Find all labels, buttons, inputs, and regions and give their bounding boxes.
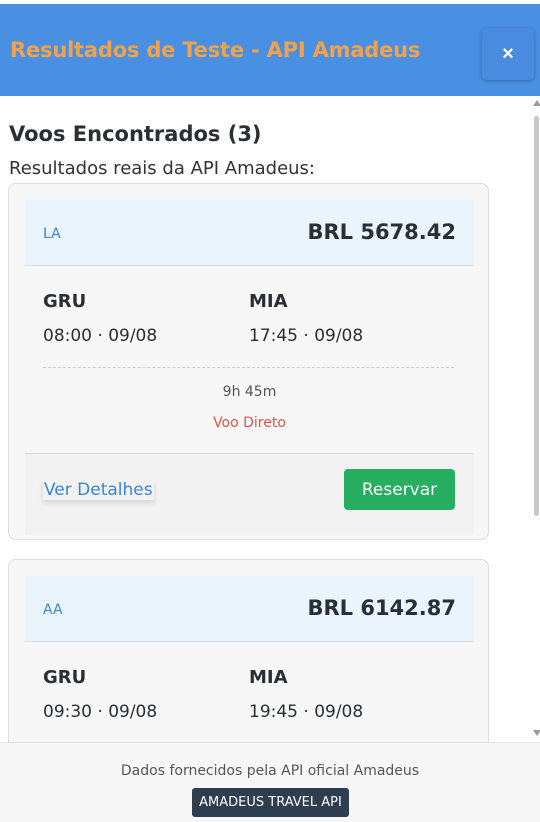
footer-note: Dados fornecidos pela API oficial Amadeu… (120, 763, 420, 779)
results-panel: Voos Encontrados (3) Resultados reais da… (0, 96, 540, 742)
flight-duration: 9h 45m (222, 384, 277, 400)
flight-card-footer: Ver Detalhes Reservar (25, 453, 474, 535)
reserve-button[interactable]: Reservar (344, 469, 455, 510)
view-details-link[interactable]: Ver Detalhes (43, 480, 154, 500)
scroll-thumb[interactable] (534, 116, 539, 516)
arrival-time: 19:45 · 09/08 (249, 702, 364, 722)
flight-card: AA BRL 6142.87 GRU 09:30 · 09/08 MIA 19:… (8, 559, 489, 742)
flight-price: BRL 5678.42 (307, 220, 456, 244)
close-button[interactable]: × (482, 28, 534, 80)
destination-airport: MIA (249, 291, 288, 312)
results-title: Voos Encontrados (3) (9, 122, 262, 146)
modal-header: Resultados de Teste - API Amadeus × (0, 4, 540, 96)
flight-card: LA BRL 5678.42 GRU 08:00 · 09/08 MIA 17:… (8, 183, 489, 540)
close-icon: × (502, 42, 514, 65)
stops-label: Voo Direto (213, 415, 286, 431)
airline-code: AA (43, 602, 63, 618)
results-subtitle: Resultados reais da API Amadeus: (9, 158, 315, 179)
api-badge: AMADEUS TRAVEL API (192, 788, 349, 817)
modal-footer: Dados fornecidos pela API oficial Amadeu… (0, 742, 540, 822)
flight-price: BRL 6142.87 (307, 596, 456, 620)
flight-card-header: LA BRL 5678.42 (25, 200, 474, 266)
destination-airport: MIA (249, 667, 288, 688)
flight-card-header: AA BRL 6142.87 (25, 576, 474, 642)
route-divider (43, 367, 454, 368)
departure-time: 09:30 · 09/08 (43, 702, 158, 722)
airline-code: LA (43, 226, 61, 242)
origin-airport: GRU (43, 667, 87, 688)
scroll-up-icon[interactable] (533, 100, 540, 106)
modal-title: Resultados de Teste - API Amadeus (10, 38, 421, 62)
departure-time: 08:00 · 09/08 (43, 326, 158, 346)
arrival-time: 17:45 · 09/08 (249, 326, 364, 346)
scroll-down-icon[interactable] (533, 730, 540, 736)
results-scrollbar[interactable] (532, 96, 540, 742)
origin-airport: GRU (43, 291, 87, 312)
